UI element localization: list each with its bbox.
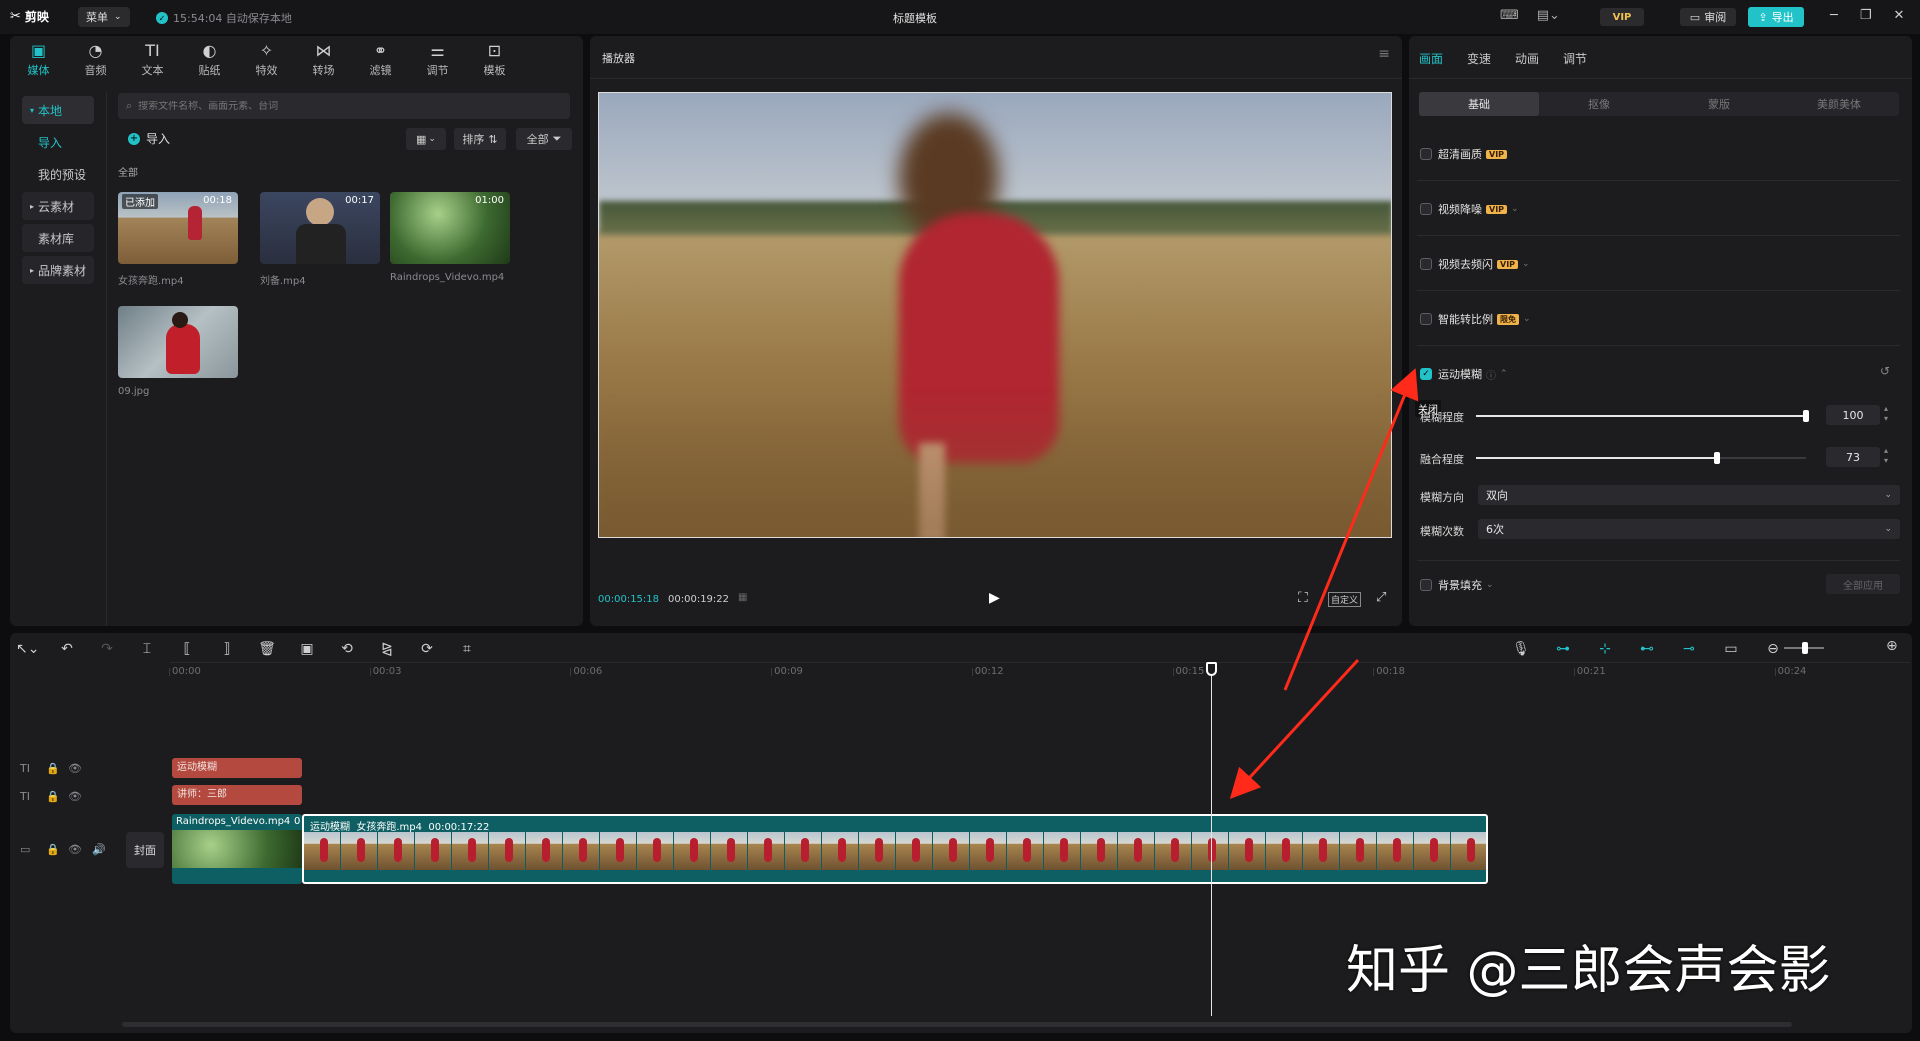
arrow-to-clip (1229, 658, 1360, 800)
editor-window: ✂ 剪映 菜单 ⌄ ✓ 15:54:04 自动保存本地 标题模板 ⌨ ▤⌄ VI… (0, 0, 1920, 1041)
watermark: 知乎 @三郎会声会影 (1346, 941, 1831, 1001)
arrow-to-checkbox (1283, 368, 1419, 691)
annotation-arrows (1229, 368, 1419, 800)
